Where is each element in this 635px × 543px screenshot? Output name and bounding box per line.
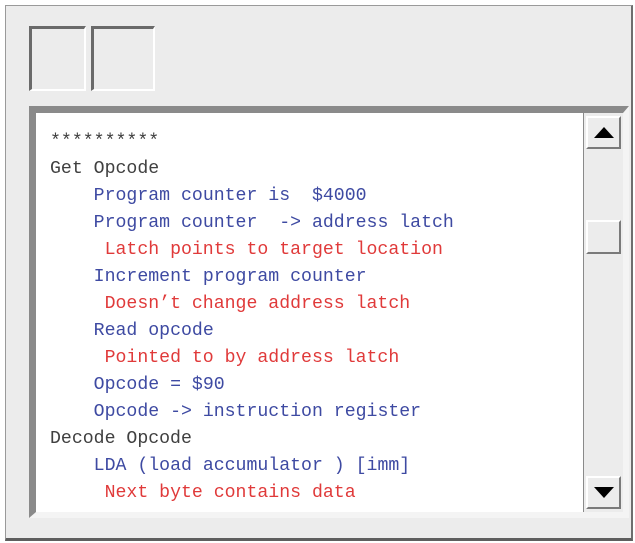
- listing-line-step: Read opcode: [50, 318, 454, 345]
- arrow-up-icon: [593, 127, 614, 138]
- app-window: ********** Get Opcode Program counter is …: [5, 5, 633, 541]
- listing-content: ********** Get Opcode Program counter is …: [50, 129, 454, 507]
- listing-line-text: Program counter -> address latch: [93, 213, 454, 233]
- listing-line-step: Program counter is $4000: [50, 183, 454, 210]
- toolbar-button-2[interactable]: [91, 26, 155, 91]
- listing-line-note: Latch points to target location: [50, 237, 454, 264]
- scroll-thumb[interactable]: [586, 220, 621, 255]
- listing-line-text: Read opcode: [93, 321, 214, 341]
- listing-line-step: LDA (load accumulator ) [imm]: [50, 453, 454, 480]
- listing-line-text: Pointed to by address latch: [104, 348, 400, 368]
- scroll-down-button[interactable]: [586, 476, 621, 509]
- scroll-up-button[interactable]: [586, 116, 621, 149]
- listing-text-area[interactable]: ********** Get Opcode Program counter is …: [29, 106, 629, 518]
- listing-line-text: Opcode = $90: [93, 375, 225, 395]
- listing-line-heading: **********: [50, 129, 454, 156]
- listing-line-text: Get Opcode: [50, 159, 160, 179]
- listing-line-note: Doesn’t change address latch: [50, 291, 454, 318]
- listing-line-text: Latch points to target location: [104, 240, 443, 260]
- listing-line-note: Next byte contains data: [50, 480, 454, 507]
- listing-line-text: Increment program counter: [93, 267, 367, 287]
- listing-line-heading: Decode Opcode: [50, 426, 454, 453]
- listing-line-text: Next byte contains data: [104, 483, 356, 503]
- listing-line-text: Decode Opcode: [50, 429, 192, 449]
- arrow-down-icon: [593, 487, 614, 498]
- listing-line-step: Program counter -> address latch: [50, 210, 454, 237]
- listing-line-heading: Get Opcode: [50, 156, 454, 183]
- listing-line-step: Increment program counter: [50, 264, 454, 291]
- listing-line-note: Pointed to by address latch: [50, 345, 454, 372]
- listing-line-text: Opcode -> instruction register: [93, 402, 422, 422]
- vertical-scrollbar[interactable]: [583, 113, 623, 512]
- listing-line-step: Opcode -> instruction register: [50, 399, 454, 426]
- listing-line-text: **********: [50, 132, 160, 152]
- listing-line-text: Program counter is $4000: [93, 186, 367, 206]
- listing-line-step: Opcode = $90: [50, 372, 454, 399]
- listing-line-text: LDA (load accumulator ) [imm]: [93, 456, 411, 476]
- listing-line-text: Doesn’t change address latch: [104, 294, 411, 314]
- toolbar-button-1[interactable]: [29, 26, 86, 91]
